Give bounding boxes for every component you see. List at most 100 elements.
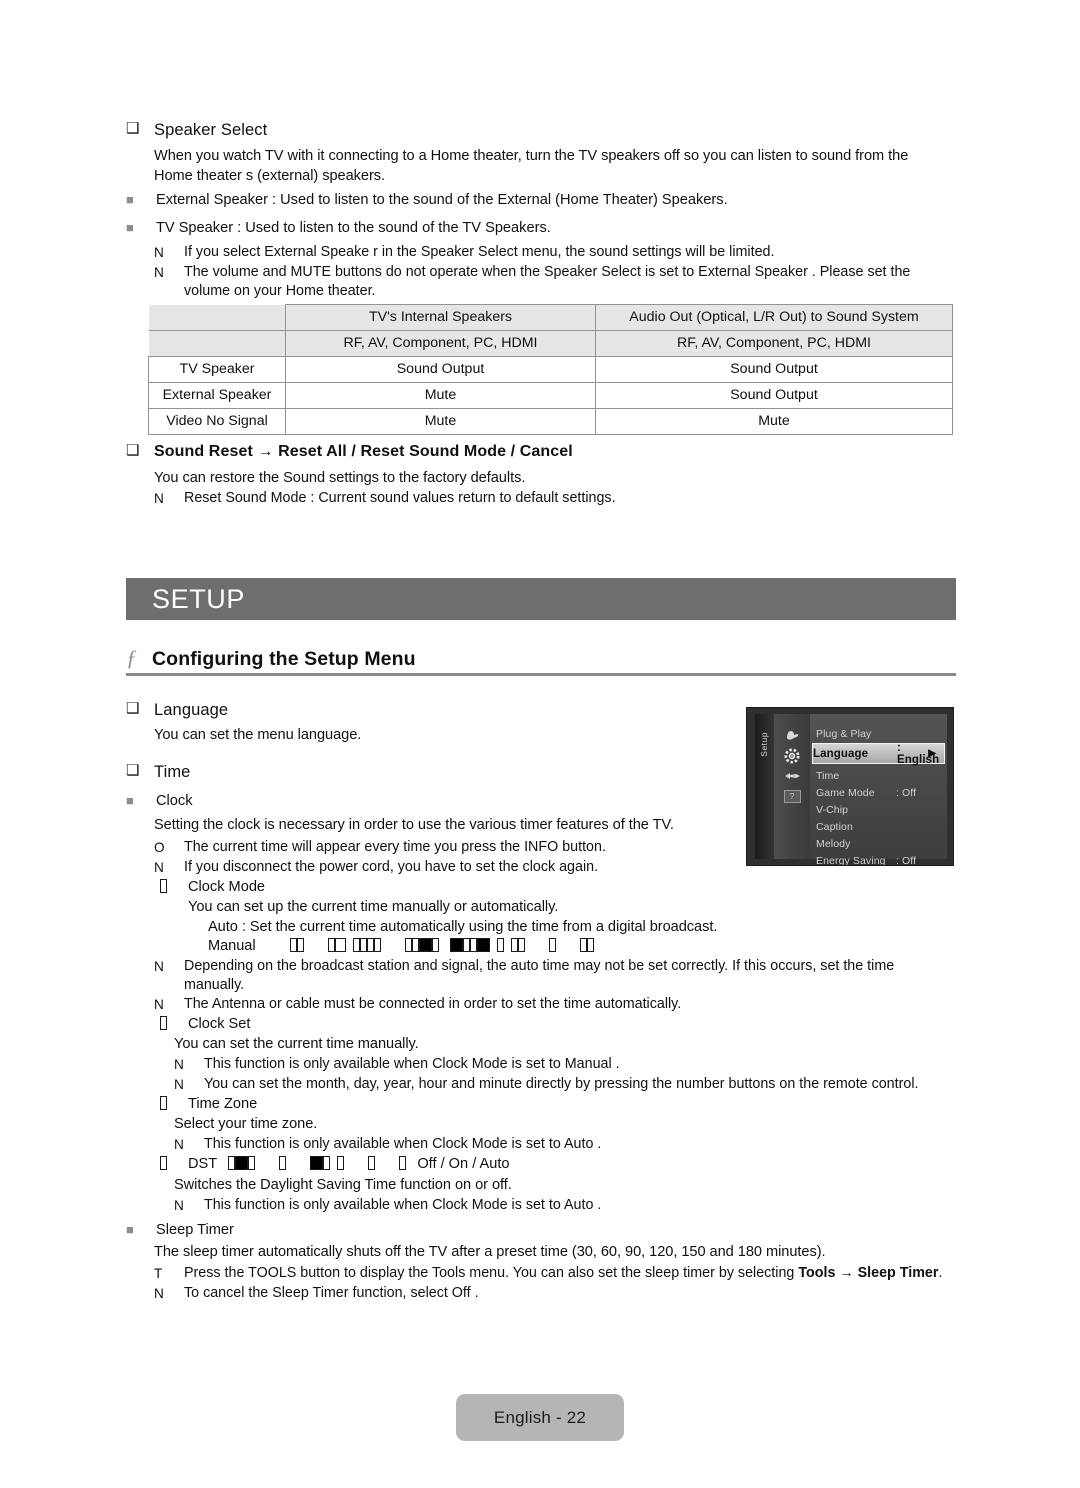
note-text: Reset Sound Mode : Current sound values …	[184, 490, 616, 506]
osd-item-v-chip[interactable]: V-Chip	[816, 801, 941, 818]
note-marker: N	[174, 1198, 184, 1213]
note-marker: O	[154, 840, 165, 855]
osd-rail-label: Setup	[759, 732, 769, 757]
note-clock-set-1: N This function is only available when C…	[174, 1055, 954, 1074]
clock-mode-label: Clock Mode	[188, 879, 266, 895]
plug-icon[interactable]	[782, 767, 802, 785]
osd-item-melody[interactable]: Melody	[816, 835, 941, 852]
note-text: You can set the month, day, year, hour a…	[204, 1076, 919, 1092]
note-clock-mode-2: N The Antenna or cable must be connected…	[154, 995, 954, 1014]
setup-banner: SETUP	[126, 578, 956, 620]
osd-item-label: Caption	[816, 820, 853, 833]
time-zone-paragraph: Select your time zone.	[174, 1116, 318, 1132]
chevron-right-icon: ▶	[928, 748, 936, 759]
time-zone-item: Time Zone	[160, 1095, 760, 1115]
filled-square-bullet-icon: ■	[126, 793, 134, 808]
clock-mode-manual-line: Manual	[208, 937, 948, 957]
note-marker: N	[154, 245, 164, 260]
hollow-square-bullet-icon: ❑	[126, 762, 140, 779]
language-heading: ❑ Language	[126, 700, 726, 720]
clock-mode-paragraph: You can set up the current time manually…	[188, 899, 559, 915]
speaker-select-heading: ❑ Speaker Select	[126, 120, 966, 140]
clock-mode-auto-text: Auto : Set the current time automaticall…	[208, 919, 718, 935]
osd-item-label: Melody	[816, 837, 851, 850]
note-sleep-timer-1: N To cancel the Sleep Timer function, se…	[154, 1284, 954, 1303]
language-heading-text: Language	[154, 701, 229, 719]
note-speaker-select-1: N If you select External Speake r in the…	[154, 243, 954, 262]
table-row-label: TV Speaker	[148, 356, 286, 383]
note-text: This function is only available when Clo…	[204, 1136, 602, 1152]
question-icon-box: ?	[783, 789, 801, 803]
note-marker: N	[154, 959, 164, 974]
sound-reset-heading-text: Sound Reset → Reset All / Reset Sound Mo…	[154, 443, 573, 460]
dst-paragraph: Switches the Daylight Saving Time functi…	[174, 1177, 512, 1193]
table-cell: Mute	[285, 408, 596, 435]
osd-item-language[interactable]: Language : English ▶	[812, 742, 945, 766]
osd-item-label: Language	[813, 747, 869, 760]
osd-item-value: : Off	[896, 854, 917, 866]
hand-icon[interactable]	[782, 727, 802, 745]
note-tools-bold: Tools → Sleep Timer	[798, 1265, 939, 1281]
osd-item-label: Time	[816, 769, 840, 782]
note-text: The Antenna or cable must be connected i…	[184, 996, 682, 1012]
note-sound-reset-1: N Reset Sound Mode : Current sound value…	[154, 489, 954, 508]
osd-item-game-mode[interactable]: Game Mode : Off	[816, 784, 941, 801]
question-icon[interactable]: ?	[782, 787, 802, 805]
tv-setup-menu-screenshot: Setup ? Plug & Play Language: English ▶…	[746, 707, 954, 866]
speaker-output-table: TV's Internal Speakers Audio Out (Optica…	[148, 304, 953, 435]
table-subheader-internal: RF, AV, Component, PC, HDMI	[285, 330, 596, 357]
osd-item-energy-saving[interactable]: Energy Saving : Off	[816, 852, 941, 866]
setup-section-title: Configuring the Setup Menu	[152, 648, 416, 670]
clock-label: Clock	[156, 793, 193, 809]
table-corner-cell-2	[148, 330, 286, 357]
sound-reset-paragraph: You can restore the Sound settings to th…	[154, 470, 526, 486]
table-cell: Mute	[595, 408, 953, 435]
dst-line: DST Off / On / Auto	[188, 1155, 860, 1175]
table-cell: Sound Output	[595, 356, 953, 383]
table-cell: Mute	[285, 382, 596, 409]
osd-menu-list: Plug & Play Language : English ▶ Time Ga…	[810, 714, 947, 865]
note-text: This function is only available when Clo…	[204, 1197, 602, 1213]
f-glyph-icon: ƒ	[126, 645, 137, 670]
note-marker: N	[154, 491, 164, 506]
osd-item-label: Game Mode	[816, 786, 875, 799]
osd-side-rail: Setup	[755, 714, 774, 859]
tofu-bullet-icon	[160, 1155, 188, 1175]
table-header-row: TV's Internal Speakers Audio Out (Optica…	[148, 304, 953, 331]
table-corner-cell	[148, 304, 286, 331]
speaker-select-heading-text: Speaker Select	[154, 121, 268, 139]
clock-set-label: Clock Set	[188, 1016, 251, 1032]
sleep-timer-item: ■ Sleep Timer	[126, 1221, 826, 1241]
clock-set-paragraph: You can set the current time manually.	[174, 1036, 419, 1052]
sleep-timer-label: Sleep Timer	[156, 1222, 234, 1238]
hollow-square-bullet-icon: ❑	[126, 442, 140, 459]
note-clock-set-2: N You can set the month, day, year, hour…	[174, 1075, 954, 1094]
note-marker: N	[154, 1286, 164, 1301]
note-sleep-timer-tools: T Press the TOOLS button to display the …	[154, 1264, 954, 1283]
gear-icon[interactable]	[782, 747, 802, 765]
note-marker: N	[174, 1137, 184, 1152]
osd-item-label: Energy Saving	[816, 854, 886, 866]
osd-item-plug-and-play[interactable]: Plug & Play	[816, 725, 941, 742]
clock-item: ■ Clock	[126, 792, 726, 812]
osd-item-time[interactable]: Time	[816, 767, 941, 784]
table-row: Video No Signal Mute Mute	[148, 408, 953, 435]
dst-item: DST Off / On / Auto	[160, 1155, 860, 1175]
table-cell: Sound Output	[285, 356, 596, 383]
table-col-header-audioout: Audio Out (Optical, L/R Out) to Sound Sy…	[595, 304, 953, 331]
note-text: Press the TOOLS button to display the To…	[184, 1264, 954, 1283]
note-tools-pre: Press the TOOLS button to display the To…	[184, 1265, 799, 1281]
table-subheader-row: RF, AV, Component, PC, HDMI RF, AV, Comp…	[148, 330, 953, 357]
note-marker: N	[154, 997, 164, 1012]
note-speaker-select-2: N The volume and MUTE buttons do not ope…	[154, 263, 954, 302]
hand-icon-svg	[787, 731, 799, 740]
note-time-zone-1: N This function is only available when C…	[174, 1135, 954, 1154]
sound-reset-heading: ❑ Sound Reset → Reset All / Reset Sound …	[126, 442, 966, 462]
table-col-header-internal: TV's Internal Speakers	[285, 304, 596, 331]
bullet-external-speaker-text: External Speaker : Used to listen to the…	[156, 192, 728, 208]
note-marker: N	[174, 1077, 184, 1092]
osd-item-label: Plug & Play	[816, 727, 872, 740]
osd-item-caption[interactable]: Caption	[816, 818, 941, 835]
table-row-label: External Speaker	[148, 382, 286, 409]
osd-item-value: : Off	[896, 786, 917, 799]
